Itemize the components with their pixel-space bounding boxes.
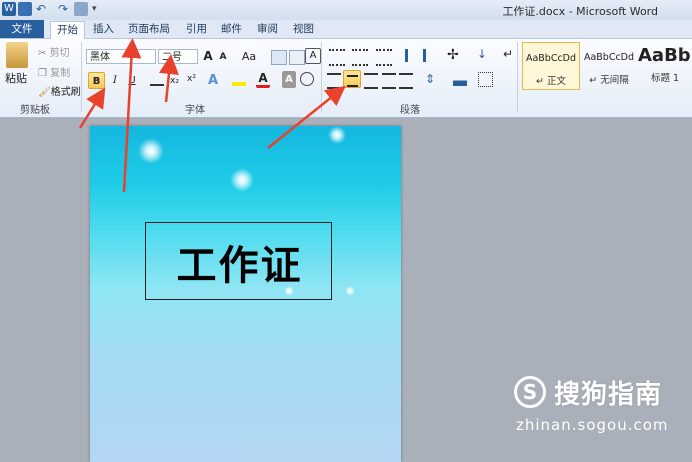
arrow-to-center-align	[267, 85, 346, 149]
watermark-name: 搜狗指南	[554, 380, 663, 410]
sogou-logo: S	[514, 376, 546, 408]
sogou-watermark: S 搜狗指南 zhinan.sogou.com	[514, 372, 692, 442]
arrow-to-font-size	[159, 54, 179, 103]
arrow-to-bold	[78, 87, 106, 129]
watermark-url: zhinan.sogou.com	[516, 416, 669, 434]
arrow-to-font-name	[121, 38, 142, 193]
